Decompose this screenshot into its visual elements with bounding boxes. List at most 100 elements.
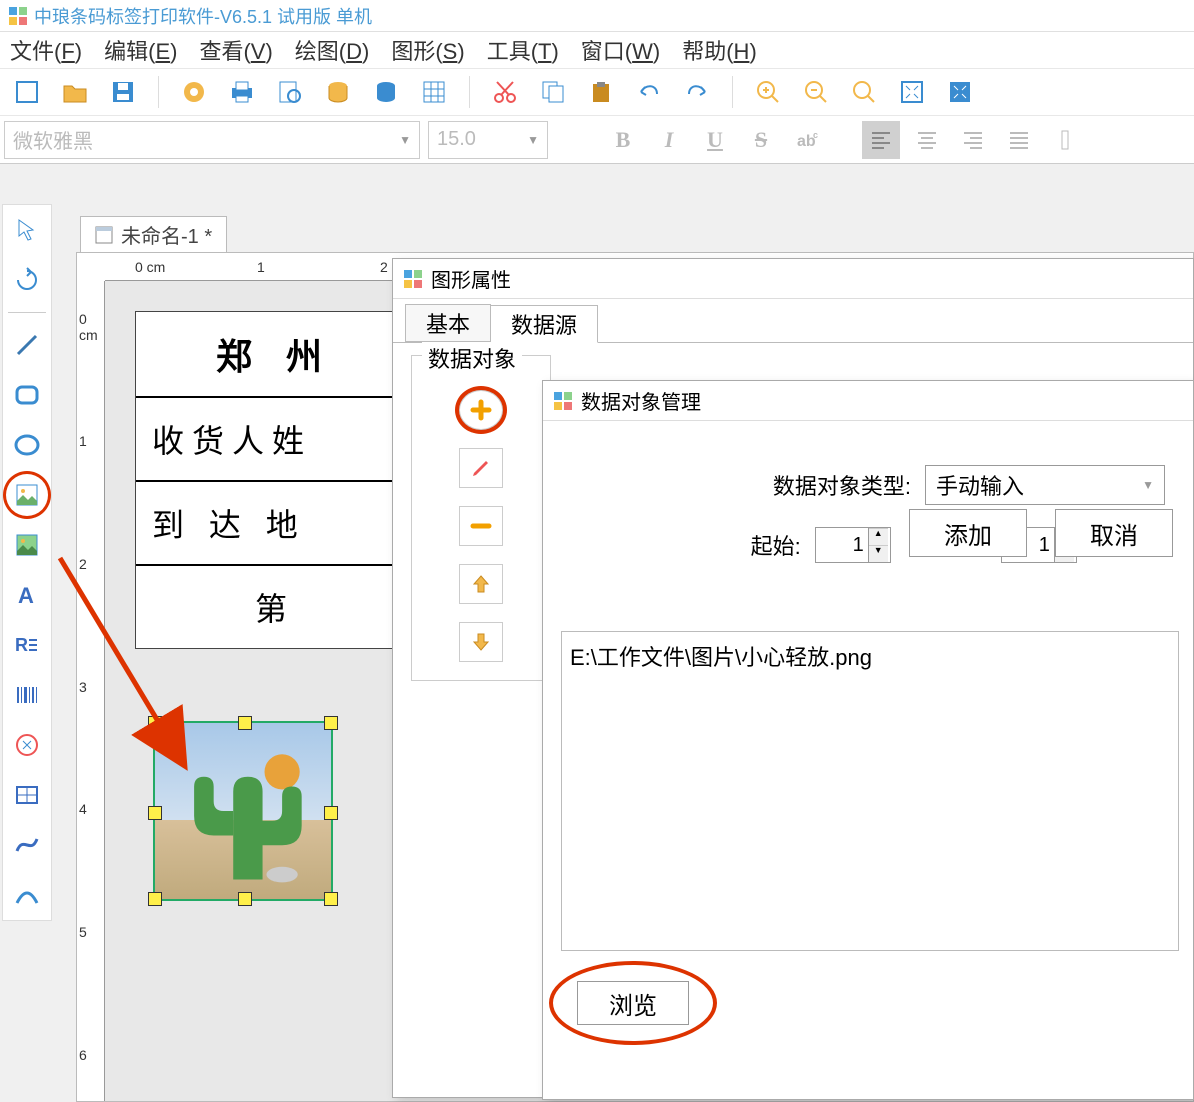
movedown-data-button[interactable] [459,622,503,662]
label-title: 郑 州 [136,312,414,396]
open-icon[interactable] [58,75,92,109]
menu-view[interactable]: 查看(V) [199,34,272,66]
italic-button[interactable]: I [650,121,688,159]
richtext-tool-icon[interactable]: R [6,624,48,666]
menu-shape[interactable]: 图形(S) [391,34,464,66]
cancel-button[interactable]: 取消 [1055,509,1173,557]
moveup-data-button[interactable] [459,564,503,604]
zoom-icon[interactable] [847,75,881,109]
fullscreen-icon[interactable] [943,75,977,109]
curve-tool-icon[interactable] [6,824,48,866]
menu-help[interactable]: 帮助(H) [682,34,757,66]
path-textarea[interactable]: E:\工作文件\图片\小心轻放.png [561,631,1179,951]
align-justify-button[interactable] [1000,121,1038,159]
menu-window[interactable]: 窗口(W) [581,34,660,66]
font-name: 微软雅黑 [13,125,93,154]
chevron-down-icon: ▼ [1142,478,1154,492]
redo-icon[interactable] [680,75,714,109]
arc-tool-icon[interactable] [6,874,48,916]
database-icon[interactable] [321,75,355,109]
grid-icon[interactable] [417,75,451,109]
edit-data-button[interactable] [459,448,503,488]
menu-draw[interactable]: 绘图(D) [295,34,370,66]
fieldset-legend: 数据对象 [422,342,522,374]
text-tool-icon[interactable]: A [6,574,48,616]
menu-edit[interactable]: 编辑(E) [104,34,177,66]
rotate-tool-icon[interactable] [6,259,48,301]
preview-icon[interactable] [273,75,307,109]
document-tab[interactable]: 未命名-1 * [80,216,227,252]
align-right-button[interactable] [954,121,992,159]
print-icon[interactable] [225,75,259,109]
side-toolbar: A R [2,204,52,921]
dialog2-title: 数据对象管理 [581,386,701,415]
paste-icon[interactable] [584,75,618,109]
dialog-icon [403,269,423,289]
svg-text:A: A [18,583,34,608]
format-toolbar: 微软雅黑 ▼ 15.0 ▼ B I U S abc [0,116,1194,164]
annotation-ring-icon [549,961,717,1045]
app-icon [8,6,28,26]
undo-icon[interactable] [632,75,666,109]
fit-icon[interactable] [895,75,929,109]
database2-icon[interactable] [369,75,403,109]
fontsize-select[interactable]: 15.0 ▼ [428,121,548,159]
remove-data-button[interactable] [459,506,503,546]
dialog1-titlebar[interactable]: 图形属性 [393,259,1193,299]
barcode-tool-icon[interactable] [6,674,48,716]
new-icon[interactable] [10,75,44,109]
font-select[interactable]: 微软雅黑 ▼ [4,121,420,159]
pencil-icon [469,456,493,480]
zoomin-icon[interactable] [751,75,785,109]
qrcode-tool-icon[interactable] [6,724,48,766]
tab-basic[interactable]: 基本 [405,304,491,342]
dialog2-titlebar[interactable]: 数据对象管理 [543,381,1193,421]
strike-button[interactable]: S [742,121,780,159]
dialog1-tabs: 基本 数据源 [393,299,1193,343]
plus-icon [469,398,493,422]
ellipse-tool-icon[interactable] [6,424,48,466]
underline-button[interactable]: U [696,121,734,159]
align-left-button[interactable] [862,121,900,159]
align-vertical-button[interactable] [1046,121,1084,159]
tab-datasource[interactable]: 数据源 [490,305,598,343]
zoomout-icon[interactable] [799,75,833,109]
title-bar: 中琅条码标签打印软件-V6.5.1 试用版 单机 [0,0,1194,32]
data-object-manage-dialog: 数据对象管理 数据对象类型: 手动输入 ▼ 起始: ▲▼ 份数: ▲▼ 间隔: … [542,380,1194,1100]
copy-icon[interactable] [536,75,570,109]
add-button[interactable]: 添加 [909,509,1027,557]
dialog-icon [553,391,573,411]
selected-image-object[interactable] [153,721,333,901]
save-icon[interactable] [106,75,140,109]
app-title: 中琅条码标签打印软件-V6.5.1 试用版 单机 [34,3,372,29]
menu-file[interactable]: 文件(F) [10,34,82,66]
start-spinner[interactable]: ▲▼ [815,527,891,563]
start-input[interactable] [816,528,868,562]
chevron-down-icon: ▼ [399,133,411,147]
type-combo[interactable]: 手动输入 ▼ [925,465,1165,505]
image-tool-icon[interactable] [6,474,48,516]
bold-button[interactable]: B [604,121,642,159]
table-tool-icon[interactable] [6,774,48,816]
pointer-tool-icon[interactable] [6,209,48,251]
chevron-down-icon: ▼ [527,133,539,147]
label-row-1: 收货人姓 [136,396,414,480]
roundrect-tool-icon[interactable] [6,374,48,416]
start-label: 起始: [751,529,801,561]
add-data-button[interactable] [459,390,503,430]
type-value: 手动输入 [936,469,1024,501]
arrow-down-icon [469,630,493,654]
document-tab-label: 未命名-1 * [121,220,212,249]
align-center-button[interactable] [908,121,946,159]
menu-tool[interactable]: 工具(T) [487,34,559,66]
cut-icon[interactable] [488,75,522,109]
label-row-3: 第 [136,564,414,648]
line-tool-icon[interactable] [6,324,48,366]
superscript-button[interactable]: abc [788,121,826,159]
label-sheet[interactable]: 郑 州 收货人姓 到 达 地 第 [135,311,415,649]
window-icon [95,226,113,244]
minus-icon [469,514,493,538]
settings-icon[interactable] [177,75,211,109]
svg-text:R: R [15,635,28,655]
image2-tool-icon[interactable] [6,524,48,566]
